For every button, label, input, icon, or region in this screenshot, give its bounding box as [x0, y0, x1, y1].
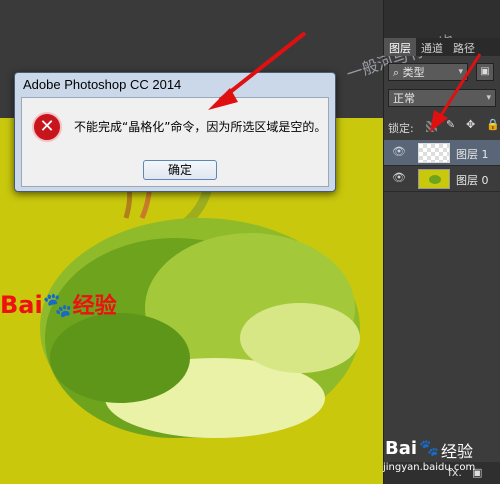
thumbnail-tree [429, 175, 441, 184]
paw-icon: 🐾 [419, 438, 439, 457]
tab-layers[interactable]: 图层 [384, 38, 416, 56]
baidu-watermark-cn: 经验 [72, 294, 117, 319]
lock-icon[interactable]: 🔒 [486, 118, 500, 131]
error-icon: ✕ [32, 112, 62, 142]
layer-0-name[interactable]: 图层 0 [456, 172, 489, 188]
baidu-bottom-cn: 经验 [441, 442, 474, 461]
lock-label: 锁定: [388, 122, 414, 135]
panel-top-strip: 一般河与竹相约 [344, 0, 500, 84]
baidu-watermark: Bai🐾经验 [0, 288, 117, 320]
search-icon: ⌕ [393, 66, 403, 79]
baidu-bottom-url: jingyan.baidu.com [383, 462, 476, 473]
layer-0-thumbnail [418, 169, 450, 189]
eye-icon[interactable]: 👁 [392, 146, 406, 158]
layer-1-thumbnail [418, 143, 450, 163]
layer-1-name[interactable]: 图层 1 [456, 146, 489, 162]
baidu-bottom-latin: Bai [385, 438, 418, 459]
blend-mode-value: 正常 [393, 92, 415, 105]
layer-row-0[interactable]: 👁 图层 0 [384, 166, 500, 192]
layer-row-1[interactable]: 👁 图层 1 [384, 140, 500, 166]
dialog-message: 不能完成“晶格化”命令，因为所选区域是空的。 [74, 120, 327, 134]
baidu-watermark-latin: Bai [0, 291, 43, 319]
dialog-title: Adobe Photoshop CC 2014 [23, 77, 182, 92]
annotation-arrow [430, 53, 482, 132]
baidu-bottom-watermark: Bai 🐾 经验 jingyan.baidu.com [383, 438, 500, 484]
paw-icon: 🐾 [42, 291, 73, 319]
eye-icon[interactable]: 👁 [392, 172, 406, 184]
annotation-arrow [208, 31, 307, 110]
ok-button[interactable]: 确定 [143, 160, 217, 180]
